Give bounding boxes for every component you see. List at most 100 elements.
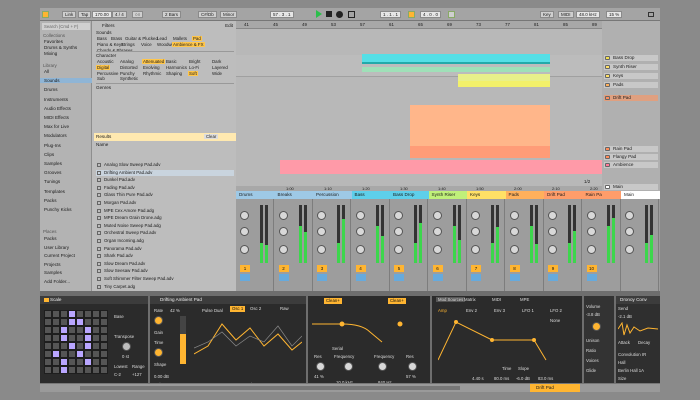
scale-pad[interactable]: [53, 343, 59, 349]
res2-knob[interactable]: [408, 362, 417, 371]
clip-ambience[interactable]: [280, 160, 602, 174]
scale-pad[interactable]: [93, 335, 99, 341]
character-tag-18[interactable]: Sub: [96, 76, 106, 81]
places-item-0[interactable]: Packs: [44, 236, 57, 241]
scale-pad[interactable]: [85, 319, 91, 325]
send-b-knob[interactable]: [509, 227, 519, 236]
clip-keys[interactable]: [458, 74, 550, 81]
scale-pad[interactable]: [85, 359, 91, 365]
send-a-knob[interactable]: [355, 211, 365, 220]
none-label[interactable]: None: [550, 318, 560, 323]
mod-tab[interactable]: Mod Sources: [436, 297, 466, 302]
envelope-value[interactable]: 80.0 ms: [494, 376, 509, 381]
send-a-knob[interactable]: [278, 211, 288, 220]
pan-knob[interactable]: [471, 245, 480, 254]
link-led[interactable]: [42, 11, 49, 18]
mixer-strip-name[interactable]: Bass: [351, 191, 392, 199]
envelope-value[interactable]: 4.40 s: [472, 376, 484, 381]
scale-pad[interactable]: [77, 359, 83, 365]
result-item[interactable]: MPE Dream Grain Drone.adg: [96, 215, 234, 221]
ruler-bar-number[interactable]: 81: [534, 22, 539, 27]
filter1-type[interactable]: Clean+: [324, 298, 342, 304]
rate-knob[interactable]: [154, 316, 163, 325]
pan-knob[interactable]: [432, 245, 442, 254]
frequency2-knob[interactable]: [378, 362, 387, 371]
scale-pad[interactable]: [77, 319, 83, 325]
volume-value[interactable]: -3.8 dB: [586, 312, 600, 317]
ir-name[interactable]: Berlin Hall 1A: [618, 368, 644, 373]
track-activator[interactable]: 5: [394, 265, 404, 272]
character-tag-1[interactable]: Analog: [119, 59, 135, 64]
scale-grid[interactable]: [44, 310, 108, 374]
send-a-knob[interactable]: [509, 211, 519, 220]
result-item[interactable]: Glass Thin Pure Pad.adv: [96, 192, 234, 198]
scale-pad[interactable]: [61, 351, 67, 357]
library-item-10[interactable]: Samples: [44, 161, 62, 166]
scale-pad[interactable]: [101, 335, 107, 341]
character-tag-3[interactable]: Basic: [165, 59, 178, 64]
solo-button[interactable]: [278, 274, 289, 281]
scale-pad[interactable]: [61, 359, 67, 365]
filter-curve[interactable]: [312, 310, 426, 344]
osc1-tab[interactable]: Osc 1: [230, 306, 246, 312]
character-tag-7[interactable]: Distorted: [119, 65, 139, 70]
scale-pad[interactable]: [93, 351, 99, 357]
mod-subtab[interactable]: LFO 1: [522, 308, 534, 313]
pan-knob[interactable]: [394, 245, 403, 254]
beat-ruler[interactable]: 41 45 49 53 57 61 65 69 73 77 81 85 89: [236, 21, 602, 29]
sound-tag-7[interactable]: Strings: [120, 42, 136, 47]
places-item-3[interactable]: Projects: [44, 262, 61, 267]
result-item[interactable]: Muted Noise Sweep Pad.adg: [96, 223, 234, 229]
mixer-strip-name[interactable]: Pads: [505, 191, 546, 199]
track-activator[interactable]: 7: [471, 265, 481, 272]
scale-pad[interactable]: [45, 335, 51, 341]
send-b-knob[interactable]: [548, 227, 557, 236]
solo-button[interactable]: [355, 274, 366, 281]
metronome-toggle[interactable]: ○○: [132, 11, 144, 18]
mod-tab[interactable]: Matrix: [464, 297, 476, 302]
character-tag-4[interactable]: Bright: [188, 59, 201, 64]
pan-knob[interactable]: [509, 245, 519, 254]
ruler-bar-number[interactable]: 89: [592, 22, 597, 27]
track-header-5[interactable]: Rain Pad: [604, 146, 658, 152]
scale-pad[interactable]: [69, 343, 75, 349]
result-item[interactable]: Tiny Carpet.adg: [96, 284, 234, 290]
scale-pad[interactable]: [45, 319, 51, 325]
library-item-6[interactable]: Max for Live: [44, 124, 69, 129]
envelope-display[interactable]: [438, 318, 548, 362]
mixer-strip-name[interactable]: Synth Riser: [428, 191, 469, 199]
stop-icon[interactable]: [326, 11, 332, 17]
midi-map-button[interactable]: MIDI: [558, 11, 574, 18]
solo-button[interactable]: [317, 274, 327, 281]
draw-mode-icon[interactable]: [448, 11, 455, 18]
library-item-12[interactable]: Tunings: [44, 179, 60, 184]
scale-pad[interactable]: [77, 335, 83, 341]
places-item-2[interactable]: Current Project: [44, 253, 75, 258]
link-button[interactable]: Link: [62, 11, 77, 18]
result-item[interactable]: Slow Seesaw Pad.adv: [96, 268, 234, 274]
mixer-strip-name[interactable]: Rain Pa: [582, 191, 623, 199]
envelope-value[interactable]: -6.0 dB: [516, 376, 530, 381]
library-item-14[interactable]: Packs: [44, 198, 57, 203]
send-b-knob[interactable]: [471, 227, 480, 236]
scale-pad[interactable]: [53, 359, 59, 365]
solo-button[interactable]: [509, 274, 520, 281]
filter2-type[interactable]: Clean+: [388, 298, 406, 304]
scale-pad[interactable]: [101, 351, 107, 357]
play-icon[interactable]: [316, 10, 322, 18]
loop-start-field[interactable]: 1 . 1 . 1: [380, 11, 402, 18]
loop-length-field[interactable]: 4 . 0 . 0: [420, 11, 442, 18]
result-item[interactable]: Slow Dream Pad.adv: [96, 261, 234, 267]
mod-subtab[interactable]: LFO 2: [550, 308, 562, 313]
send-a-knob[interactable]: [548, 211, 557, 220]
time-knob[interactable]: [154, 348, 163, 357]
scale-pad[interactable]: [101, 311, 107, 317]
mixer-strip-name[interactable]: Drums: [236, 191, 276, 199]
scale-pad[interactable]: [53, 319, 59, 325]
character-tag-12[interactable]: Percussive: [96, 71, 119, 76]
scale-pad[interactable]: [77, 367, 83, 373]
clip-rain-pad[interactable]: [410, 146, 550, 158]
ruler-bar-number[interactable]: 73: [476, 22, 481, 27]
scale-pad[interactable]: [93, 327, 99, 333]
library-item-5[interactable]: MIDI Effects: [44, 115, 69, 120]
